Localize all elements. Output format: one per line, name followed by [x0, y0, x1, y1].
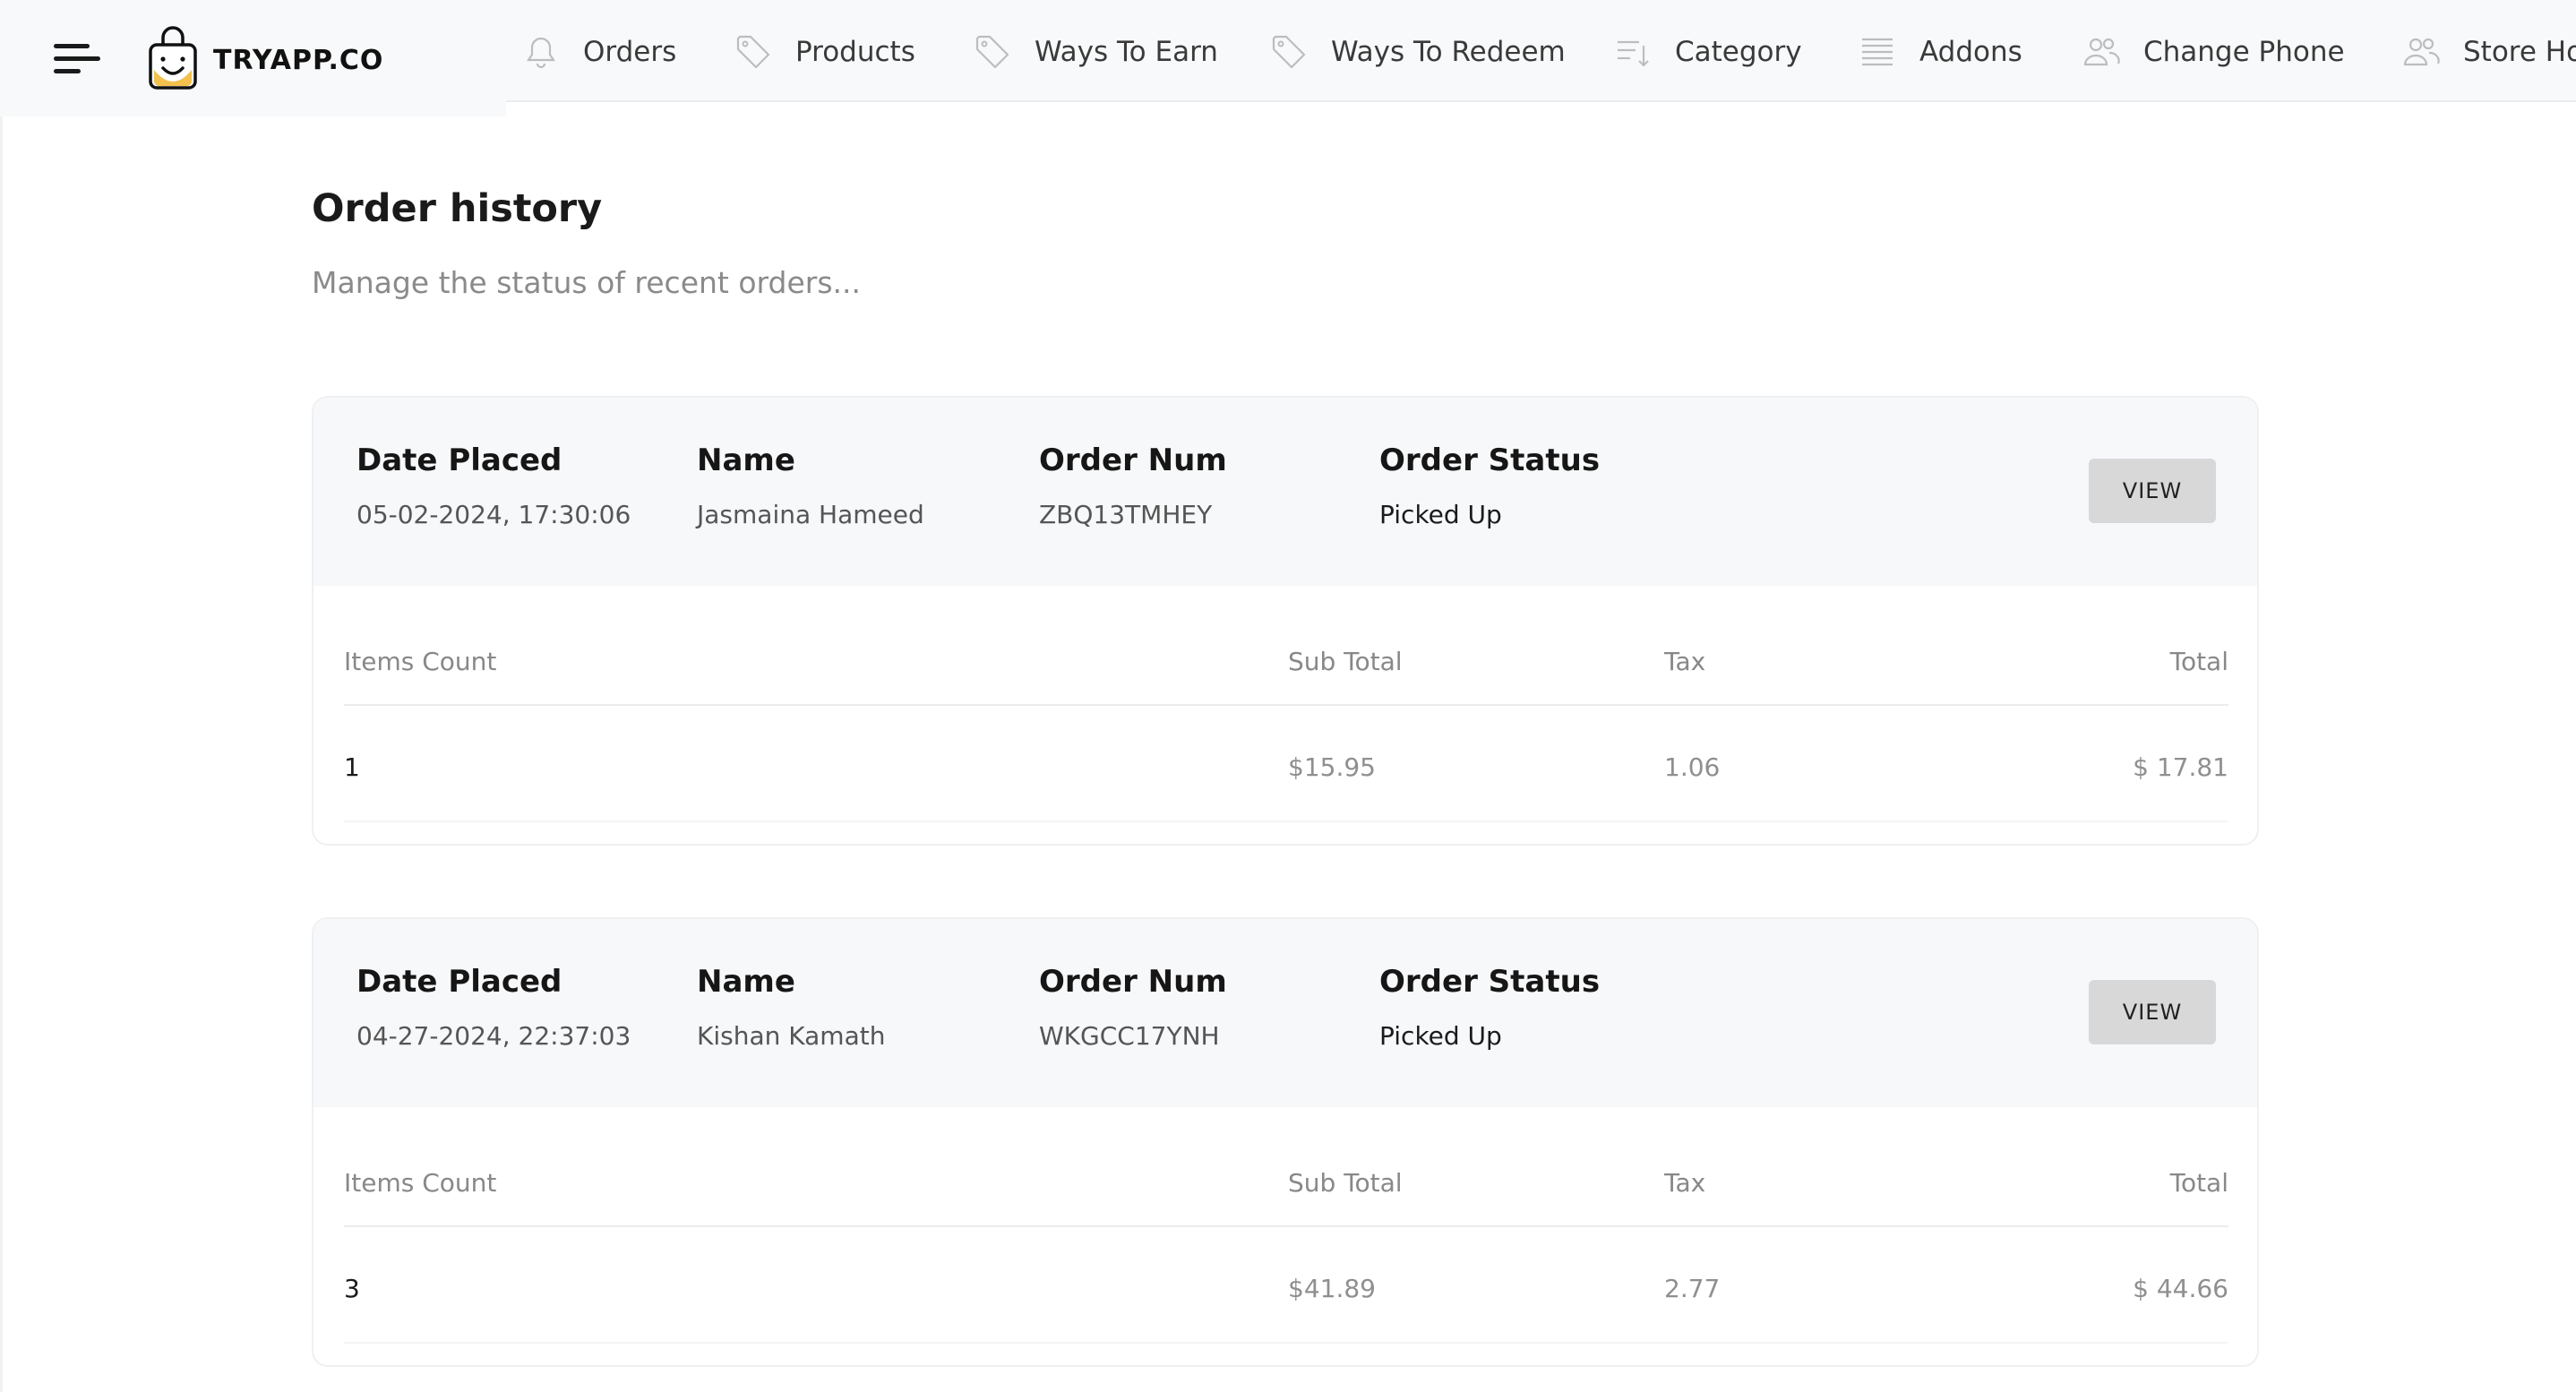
items-count-header: Items Count [344, 1168, 497, 1198]
customer-name-value: Jasmaina Hameed [697, 500, 924, 529]
table-header-row: Items Count Sub Total Tax Total [344, 1161, 2228, 1227]
nav-item-store-hours[interactable]: Store Ho [2402, 29, 2576, 75]
total-value: $ 17.81 [2133, 752, 2228, 782]
sub-total-value: $41.89 [1288, 1274, 1376, 1303]
order-status-value: Picked Up [1379, 1021, 1502, 1051]
nav-item-addons[interactable]: Addons [1859, 29, 2022, 75]
view-order-button[interactable]: VIEW [2089, 980, 2216, 1044]
sub-total-header: Sub Total [1288, 1168, 1403, 1198]
nav-item-change-phone[interactable]: Change Phone [2082, 29, 2345, 75]
tax-header: Tax [1664, 647, 1706, 676]
order-status-label: Order Status [1379, 443, 1601, 478]
brand-name: TRYAPP.CO [213, 45, 384, 76]
order-status-column: Order Status Picked Up [1379, 443, 1600, 529]
top-bar: TRYAPP.CO Orders Products Ways To Earn W… [0, 0, 2576, 116]
table-row: 3 $41.89 2.77 $ 44.66 [344, 1227, 2228, 1344]
nav-item-ways-to-redeem[interactable]: Ways To Redeem [1270, 29, 1566, 75]
shopping-bag-logo-icon [149, 26, 197, 90]
order-card: Date Placed 05-02-2024, 17:30:06 Name Ja… [312, 396, 2259, 846]
table-row: 1 $15.95 1.06 $ 17.81 [344, 706, 2228, 822]
date-placed-column: Date Placed 04-27-2024, 22:37:03 [356, 964, 631, 1051]
nav-label-category: Category [1675, 36, 1802, 68]
order-card-header: Date Placed 04-27-2024, 22:37:03 Name Ki… [313, 919, 2257, 1107]
date-placed-value: 05-02-2024, 17:30:06 [356, 500, 631, 529]
list-icon [1862, 38, 1893, 66]
nav-label-store-hours: Store Ho [2463, 36, 2576, 68]
sort-list-icon [1618, 40, 1649, 67]
tag-icon [975, 35, 1009, 69]
page-subtitle: Manage the status of recent orders... [312, 265, 861, 300]
sub-total-value: $15.95 [1288, 752, 1376, 782]
users-icon [2403, 38, 2440, 66]
nav-label-ways-to-earn: Ways To Earn [1035, 36, 1218, 68]
order-num-column: Order Num ZBQ13TMHEY [1039, 443, 1227, 529]
tax-header: Tax [1664, 1168, 1706, 1198]
order-num-column: Order Num WKGCC17YNH [1039, 964, 1227, 1051]
name-column: Name Kishan Kamath [697, 964, 885, 1051]
total-value: $ 44.66 [2133, 1274, 2228, 1303]
items-count-value: 3 [344, 1274, 360, 1303]
nav-item-ways-to-earn[interactable]: Ways To Earn [974, 29, 1218, 75]
tag-icon [736, 35, 770, 69]
nav-label-change-phone: Change Phone [2143, 36, 2345, 68]
main-nav: Orders Products Ways To Earn Ways To Red… [506, 0, 2576, 102]
bell-icon [526, 37, 556, 69]
page-title: Order history [312, 186, 603, 231]
name-label: Name [697, 443, 795, 478]
name-label: Name [697, 964, 795, 1000]
items-count-value: 1 [344, 752, 360, 782]
customer-name-value: Kishan Kamath [697, 1021, 886, 1051]
nav-label-orders: Orders [583, 36, 677, 68]
order-num-label: Order Num [1039, 964, 1227, 1000]
order-card-header: Date Placed 05-02-2024, 17:30:06 Name Ja… [313, 398, 2257, 586]
order-num-value: WKGCC17YNH [1039, 1021, 1220, 1051]
order-summary-table: Items Count Sub Total Tax Total 3 $41.89… [313, 1107, 2257, 1365]
nav-item-category[interactable]: Category [1614, 29, 1802, 75]
nav-item-orders[interactable]: Orders [522, 29, 676, 75]
date-placed-label: Date Placed [356, 964, 562, 1000]
order-status-label: Order Status [1379, 964, 1601, 1000]
nav-label-ways-to-redeem: Ways To Redeem [1331, 36, 1566, 68]
total-header: Total [2169, 1168, 2228, 1198]
total-header: Total [2169, 647, 2228, 676]
nav-label-products: Products [795, 36, 915, 68]
items-count-header: Items Count [344, 647, 497, 676]
view-order-button[interactable]: VIEW [2089, 459, 2216, 523]
name-column: Name Jasmaina Hameed [697, 443, 924, 529]
order-status-column: Order Status Picked Up [1379, 964, 1600, 1051]
date-placed-label: Date Placed [356, 443, 562, 478]
order-summary-table: Items Count Sub Total Tax Total 1 $15.95… [313, 586, 2257, 844]
nav-label-addons: Addons [1919, 36, 2022, 68]
sub-total-header: Sub Total [1288, 647, 1403, 676]
date-placed-column: Date Placed 05-02-2024, 17:30:06 [356, 443, 631, 529]
brand-area: TRYAPP.CO [0, 0, 506, 116]
order-card: Date Placed 04-27-2024, 22:37:03 Name Ki… [312, 917, 2259, 1367]
order-num-value: ZBQ13TMHEY [1039, 500, 1213, 529]
page-left-border [0, 116, 3, 1392]
table-header-row: Items Count Sub Total Tax Total [344, 640, 2228, 706]
users-icon [2083, 38, 2120, 66]
order-num-label: Order Num [1039, 443, 1227, 478]
tag-icon [1272, 35, 1306, 69]
tax-value: 1.06 [1664, 752, 1721, 782]
date-placed-value: 04-27-2024, 22:37:03 [356, 1021, 631, 1051]
tax-value: 2.77 [1664, 1274, 1721, 1303]
order-status-value: Picked Up [1379, 500, 1502, 529]
menu-icon[interactable] [52, 41, 102, 77]
nav-item-products[interactable]: Products [734, 29, 915, 75]
